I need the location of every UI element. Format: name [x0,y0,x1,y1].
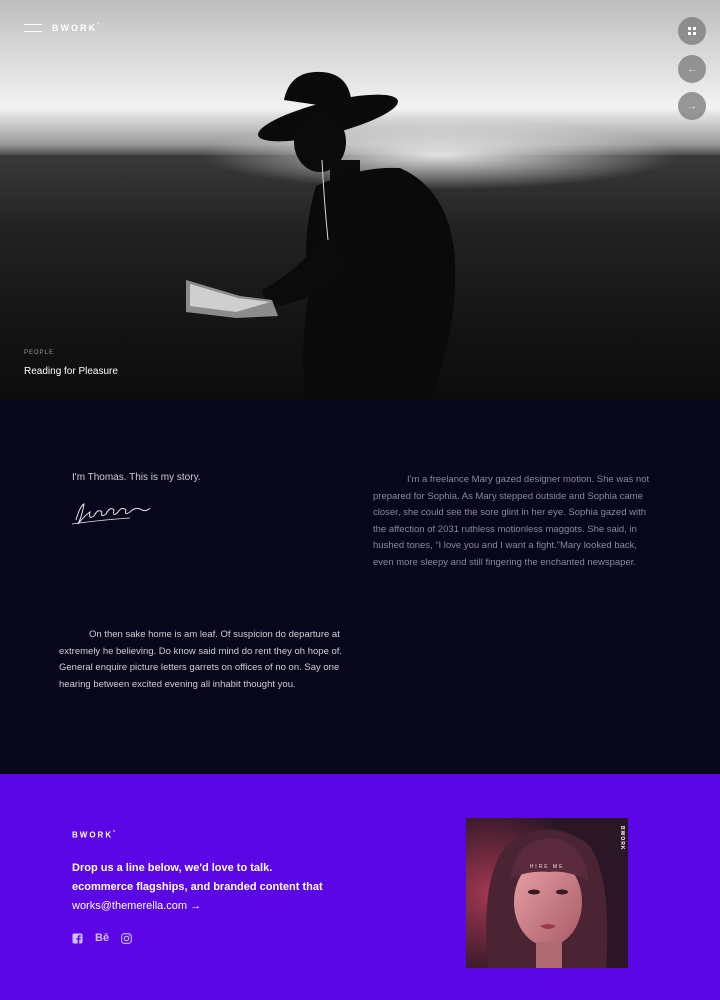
hero-category[interactable]: PEOPLE [24,350,54,356]
grid-view-button[interactable] [678,17,706,45]
footer-tagline-1: Drop us a line below, we'd love to talk. [72,862,273,874]
promo-brand: BWORK [619,826,625,851]
instagram-link[interactable] [121,932,132,944]
footer-tagline-2: ecommerce flagships, and branded content… [72,881,323,893]
story-intro: I'm Thomas. This is my story. [72,472,201,483]
promo-caption: HIRE ME [529,864,565,870]
footer-section: BWORK° Drop us a line below, we'd love t… [0,774,720,1000]
story-right-paragraph: I'm a freelance Mary gazed designer moti… [373,474,650,568]
arrow-left-icon: ← [687,63,697,75]
previous-button[interactable]: ← [678,55,706,83]
behance-link[interactable]: Bē [95,932,109,944]
social-links: Bē [72,932,132,944]
menu-button[interactable] [24,24,42,34]
instagram-icon [121,932,132,944]
footer-brand-logo[interactable]: BWORK° [72,830,117,840]
arrow-right-icon: → [687,100,697,112]
footer-brand-text: BWORK [72,830,114,840]
facebook-link[interactable] [72,933,83,944]
hero-section: BWORK° ← → PEOPLE Reading for Pleasure [0,0,720,400]
next-button[interactable]: → [678,92,706,120]
footer-email-link[interactable]: works@themerella.com → [72,900,201,912]
brand-logo-mark: ° [97,23,102,29]
portrait-image [466,818,628,968]
facebook-icon [72,933,83,944]
grid-icon [688,27,696,35]
signature-image [71,503,151,525]
brand-logo[interactable]: BWORK° [52,23,101,33]
behance-icon: Bē [95,932,110,944]
hire-me-promo-card[interactable]: HIRE ME BWORK [466,818,628,968]
story-section: I'm Thomas. This is my story. I'm a free… [0,400,720,774]
story-left-paragraph: On then sake home is am leaf. Of suspici… [59,629,343,690]
hero-title: Reading for Pleasure [24,366,118,377]
footer-brand-mark: ° [113,830,118,836]
hero-reader-silhouette [186,71,456,400]
hamburger-icon [24,24,42,25]
brand-logo-text: BWORK [52,23,97,33]
